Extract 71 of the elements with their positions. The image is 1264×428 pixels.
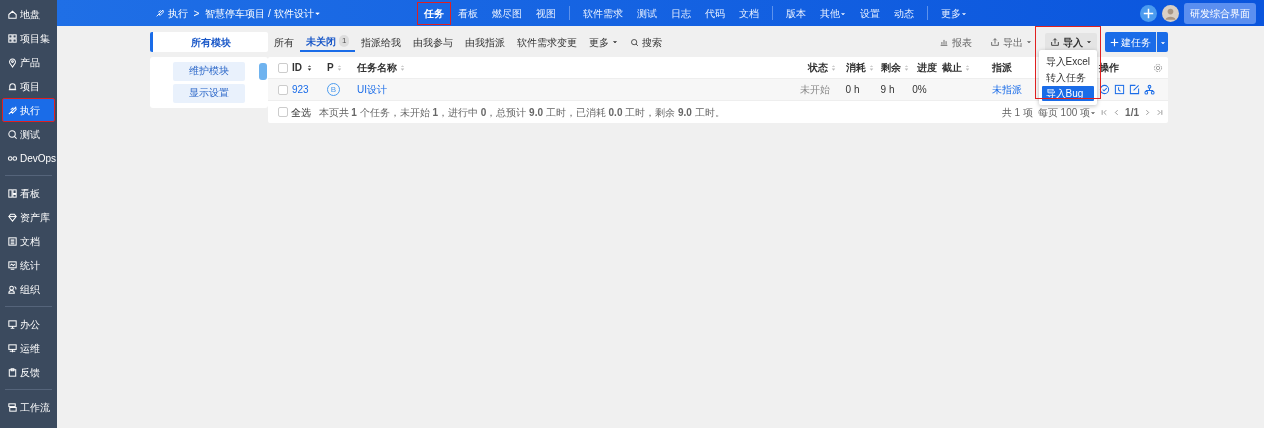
filter-tab[interactable]: 更多 — [583, 32, 625, 52]
page-number: 1/1 — [1125, 105, 1139, 120]
menu-item[interactable]: 导入Excel — [1041, 54, 1094, 69]
export-button[interactable]: 导出 — [984, 32, 1037, 52]
select-all-label[interactable]: 全选 — [290, 104, 311, 120]
search-link[interactable]: 搜索 — [624, 32, 669, 52]
count-badge: 1 — [339, 35, 350, 47]
table-cell-text: 0% — [912, 83, 927, 97]
nav-tab[interactable]: 软件需求 — [576, 1, 630, 25]
filter-tab[interactable]: 所有 — [268, 32, 300, 52]
sidebar-item[interactable]: 统计 — [2, 253, 55, 277]
report-button[interactable]: 报表 — [933, 32, 977, 52]
breadcrumb-separator: > — [193, 6, 200, 21]
nav-tab[interactable]: 视图 — [529, 1, 563, 25]
status-text: 未开始 — [799, 83, 830, 97]
sidebar-item[interactable]: 工作流 — [2, 395, 55, 419]
sort-header[interactable]: ID — [292, 60, 302, 75]
sidebar-item[interactable]: 看板 — [2, 181, 55, 205]
nav-tab[interactable]: 更多 — [934, 1, 974, 25]
sidebar-item[interactable]: 地盘 — [2, 2, 55, 26]
filter-tab[interactable]: 由我指派 — [459, 32, 512, 52]
nav-tab[interactable]: 设置 — [853, 1, 887, 25]
sidebar-item[interactable]: 项目集 — [2, 26, 55, 50]
column-header: 指派 — [992, 61, 1012, 75]
nav-tab[interactable]: 文档 — [732, 1, 766, 25]
sidebar-item[interactable]: 运维 — [2, 336, 55, 360]
sort-header[interactable]: P — [327, 60, 334, 75]
task-name-link[interactable]: UI设计 — [357, 82, 387, 97]
column-header: 进度 — [917, 61, 937, 75]
sidebar-item[interactable]: DevOps — [2, 146, 55, 170]
sidebar-item[interactable]: 反馈 — [2, 360, 55, 384]
total-count: 共 1 项 — [1001, 105, 1033, 120]
nav-tab[interactable]: 代码 — [698, 1, 732, 25]
breadcrumb-link[interactable]: 执行 — [155, 5, 188, 21]
sidebar-item[interactable]: 执行 — [2, 98, 55, 122]
nav-tab[interactable]: 测试 — [630, 1, 664, 25]
table-cell-text: 0 h — [845, 83, 860, 97]
module-button[interactable]: 显示设置 — [173, 84, 245, 103]
nav-tab[interactable]: 动态 — [887, 1, 921, 25]
menu-item[interactable]: 转入任务 — [1041, 70, 1094, 85]
task-id-link[interactable]: 923 — [292, 82, 309, 97]
sidebar-item[interactable]: 产品 — [2, 50, 55, 74]
filter-tab[interactable]: 软件需求变更 — [511, 32, 584, 52]
sidebar-item[interactable]: 资产库 — [2, 205, 55, 229]
filter-tab[interactable]: 未关闭 1 — [300, 32, 356, 52]
nav-tab[interactable]: 看板 — [451, 1, 485, 25]
assign-link[interactable]: 未指派 — [992, 82, 1022, 97]
sidebar-item[interactable]: 项目 — [2, 74, 55, 98]
project-selector[interactable]: 智慧停车项目 / 软件设计 — [205, 5, 321, 21]
nav-tab[interactable]: 日志 — [664, 1, 698, 25]
nav-tab[interactable]: 版本 — [779, 1, 813, 25]
module-tab[interactable]: 所有模块 — [150, 32, 268, 52]
nav-tab[interactable]: 燃尽图 — [485, 1, 529, 25]
nav-tab[interactable]: 其他 — [813, 1, 853, 25]
nav-tab[interactable]: 任务 — [417, 1, 451, 25]
sidebar-item[interactable]: 文档 — [2, 229, 55, 253]
sidebar-item[interactable]: 测试 — [2, 122, 55, 146]
filter-tab[interactable]: 由我参与 — [407, 32, 460, 52]
filter-tab[interactable]: 指派给我 — [355, 32, 408, 52]
table-cell-text: 9 h — [880, 83, 895, 97]
sidebar-item[interactable]: 组织 — [2, 277, 55, 301]
sort-header[interactable]: 消耗 — [845, 60, 866, 75]
sort-header[interactable]: 状态 — [807, 60, 828, 75]
summary-text: 本页共 1 个任务，未开始 1，进行中 0，总预计 9.0 工时，已消耗 0.0 工时，剩余 9.0 工时。 — [318, 105, 725, 120]
sort-header[interactable]: 剩余 — [880, 60, 901, 75]
sidebar-item[interactable]: 办公 — [2, 312, 55, 336]
create-task-button[interactable]: 建任务 — [1104, 32, 1156, 52]
sort-header[interactable]: 任务名称 — [357, 60, 397, 75]
page-size-selector[interactable]: 每页 100 项 — [1037, 104, 1097, 120]
module-button[interactable]: 维护模块 — [173, 62, 245, 81]
sort-header[interactable]: 截止 — [942, 60, 962, 75]
